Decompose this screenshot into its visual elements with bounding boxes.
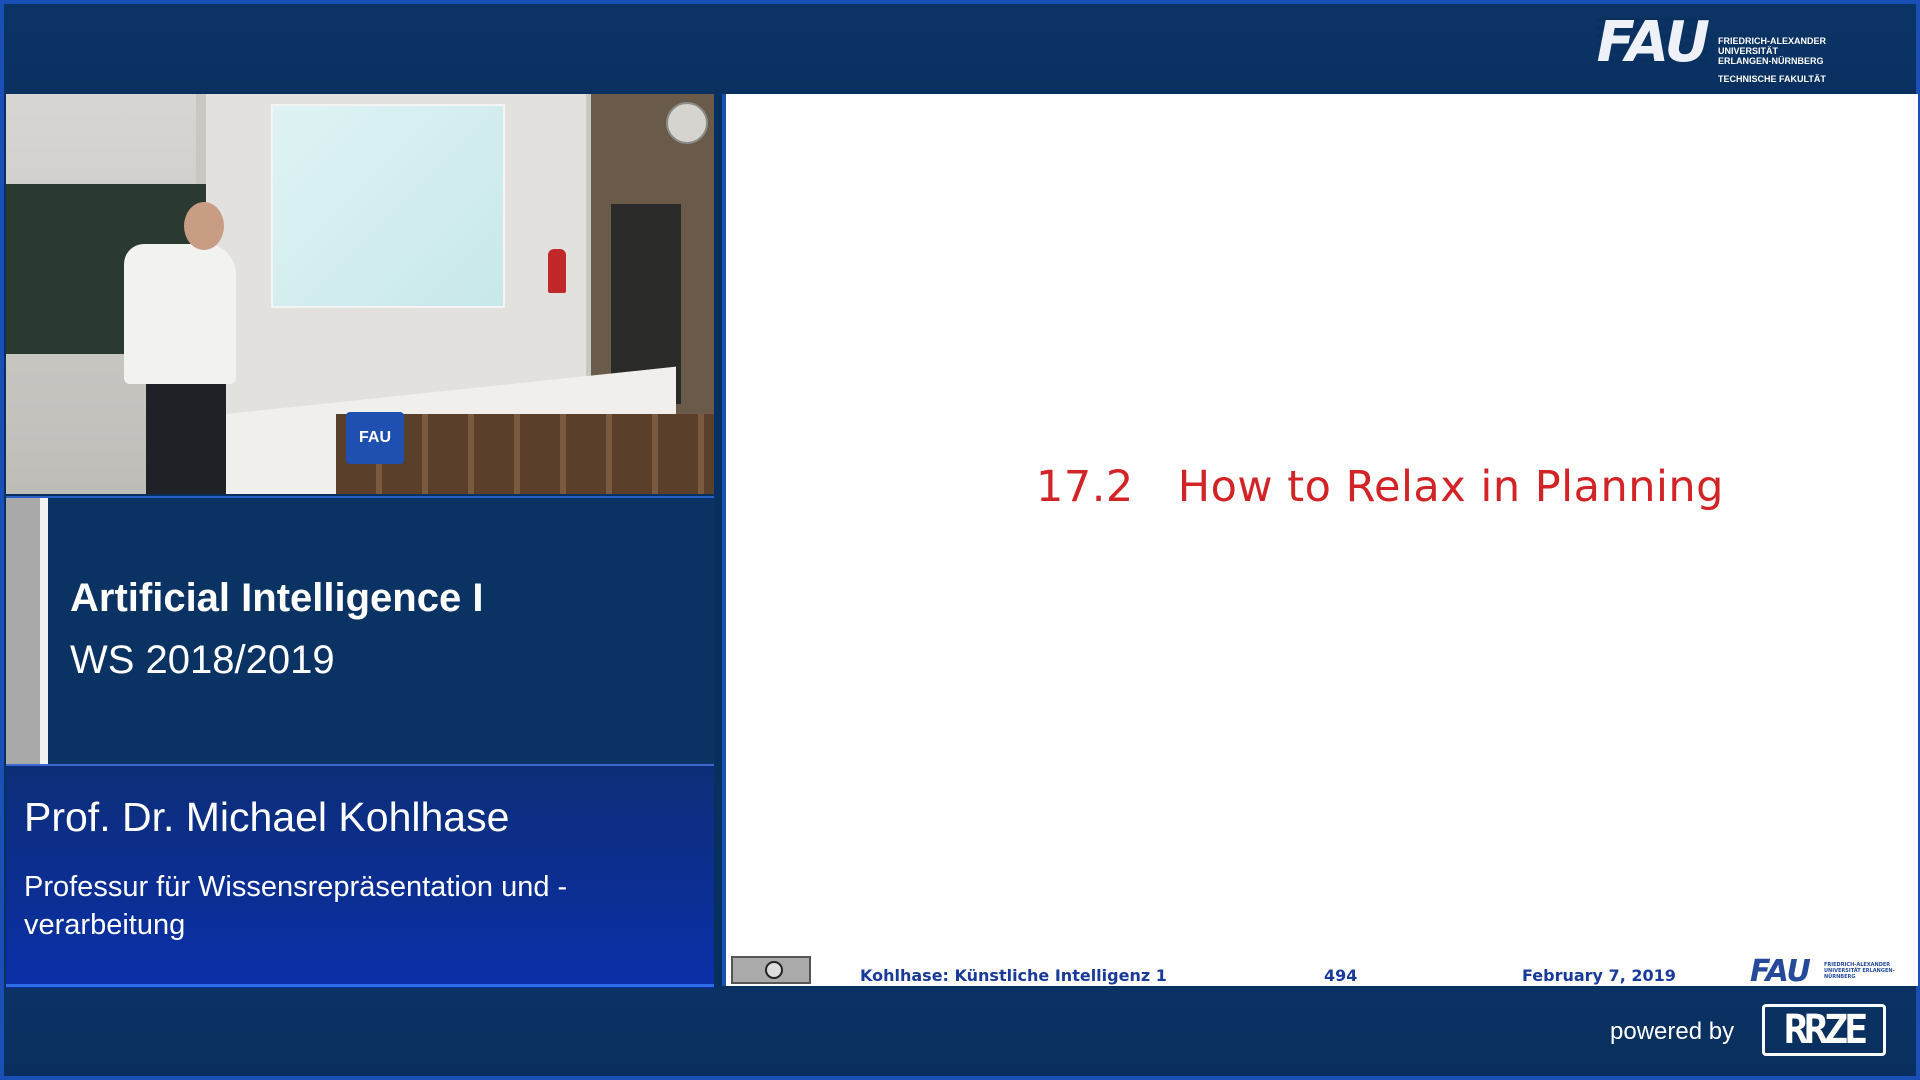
slide-footer: Kohlhase: Künstliche Intelligenz 1 494 F… (726, 954, 1918, 989)
fau-logo-line: ERLANGEN-NÜRNBERG (1718, 56, 1824, 66)
panel-accent-line (40, 498, 48, 766)
header-bar: FAU FRIEDRICH-ALEXANDER UNIVERSITÄT ERLA… (4, 4, 1916, 92)
course-title: Artificial Intelligence I (70, 576, 484, 620)
slide-footer-date: February 7, 2019 (1522, 966, 1676, 985)
presenter-panel: Prof. Dr. Michael Kohlhase Professur für… (6, 764, 714, 988)
fau-logo: FAU FRIEDRICH-ALEXANDER UNIVERSITÄT ERLA… (1596, 10, 1848, 84)
video-lecturer-head (184, 202, 224, 250)
video-projection-screen (271, 104, 505, 308)
slide-footer-fau-text: FRIEDRICH-ALEXANDER UNIVERSITÄT ERLANGEN… (1824, 962, 1895, 980)
rrze-logo[interactable]: RRZE (1762, 1004, 1886, 1056)
cc-circle-icon (765, 961, 783, 979)
powered-by-label: powered by (1610, 1018, 1735, 1045)
fau-logo-line: FRIEDRICH-ALEXANDER (1718, 36, 1826, 46)
fau-logo-line: UNIVERSITÄT (1718, 46, 1779, 56)
course-term: WS 2018/2019 (70, 638, 335, 682)
slide-section-title: How to Relax in Planning (1177, 462, 1724, 512)
cc-license-icon (731, 956, 811, 984)
slide-footer-page: 494 (1324, 966, 1358, 985)
video-lecturer-legs (146, 379, 226, 494)
lecture-video[interactable]: FAU (6, 94, 714, 494)
presenter-chair: Professur für Wissensrepräsentation und … (24, 871, 568, 941)
video-lecturer-body (124, 244, 236, 384)
fau-logo-mark: FAU (1596, 10, 1710, 75)
video-fire-extinguisher (548, 249, 566, 293)
panel-accent-strip (6, 498, 40, 766)
slide-view[interactable]: 17.2 How to Relax in Planning Kohlhase: K… (722, 94, 1918, 989)
slide-footer-author: Kohlhase: Künstliche Intelligenz 1 (860, 966, 1167, 985)
slide-section-number: 17.2 (1036, 462, 1134, 512)
video-university-seal (666, 102, 708, 144)
panel-divider (6, 984, 714, 987)
fau-logo-text: FRIEDRICH-ALEXANDER UNIVERSITÄT ERLANGEN… (1718, 36, 1848, 84)
slide-footer-fau-logo: FAU (1750, 954, 1811, 989)
video-fau-cube: FAU (346, 412, 404, 464)
fau-logo-faculty: TECHNISCHE FAKULTÄT (1718, 74, 1826, 84)
presenter-name: Prof. Dr. Michael Kohlhase (24, 794, 510, 840)
slide-section-heading: 17.2 How to Relax in Planning (1036, 462, 1724, 512)
course-info-panel: Artificial Intelligence I WS 2018/2019 (6, 496, 714, 766)
footer-bar: powered by RRZE (4, 988, 1916, 1076)
